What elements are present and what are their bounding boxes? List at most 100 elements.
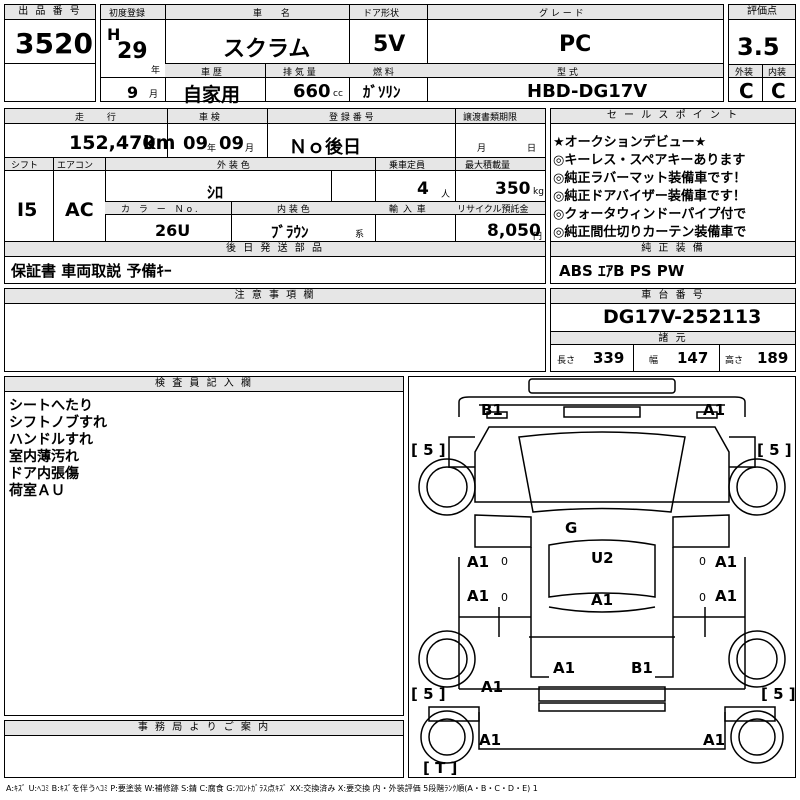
score-label: 評価点 <box>729 5 795 20</box>
history-value: 自家用 <box>183 84 241 106</box>
displacement-label: 排 気 量 <box>283 68 316 78</box>
inspection-year-unit: 年 <box>207 144 217 154</box>
recycle-label: リサイクル預託金 <box>457 205 529 215</box>
capacity-value: 4 <box>417 179 429 199</box>
damage-mark: B1 <box>481 401 503 419</box>
legend: A:ｷｽﾞ U:ﾍｺﾐ B:ｷｽﾞを伴うﾍｺﾐ P:要塗装 W:補修跡 S:錆 … <box>6 784 538 793</box>
displacement-unit: cc <box>333 89 343 99</box>
later-parts-value: 保証書 車両取説 予備ｷｰ <box>11 262 172 280</box>
color-no-label: カ ラ ー Ｎo. <box>121 205 201 215</box>
office-box: 事 務 局 よ り ご 案 内 <box>4 720 404 778</box>
sales-point-item: ◎純正ラバーマット装備車です！ <box>553 171 747 186</box>
chassis-box: 車 台 番 号 DG17V-252113 諸 元 長さ 339 幅 147 高さ… <box>550 288 796 372</box>
length-label: 長さ <box>557 356 576 366</box>
damage-mark: A1 <box>703 401 725 419</box>
damage-mark: A1 <box>467 587 489 605</box>
sales-point-item: ◎純正間仕切りカーテン装備車で <box>553 225 747 240</box>
history-label: 車 歴 <box>201 68 222 78</box>
capacity-unit: 人 <box>441 190 451 200</box>
equipment-label: 純 正 装 備 <box>551 242 795 257</box>
tire-rl-mark: [ 5 ] <box>411 685 446 703</box>
first-reg-year-unit: 年 <box>151 66 161 76</box>
int-color-unit: 系 <box>355 230 365 240</box>
chassis-label: 車 台 番 号 <box>551 289 795 304</box>
mileage-label: 走 行 <box>75 113 126 123</box>
recycle-unit: 円 <box>533 232 543 242</box>
reg-no-value: Ｎｏ後日 <box>289 137 361 158</box>
tire-fl-mark: [ 5 ] <box>411 441 446 459</box>
score-value: 3.5 <box>737 33 780 61</box>
transfer-label: 譲渡書類期限 <box>463 113 518 123</box>
svg-text:0: 0 <box>501 591 508 604</box>
import-label: 輸 入 車 <box>389 205 427 215</box>
sales-points-label: セ ー ル ス ポ イ ン ト <box>551 109 795 124</box>
first-reg-month: 9 <box>127 83 139 102</box>
first-reg-label: 初度登録 <box>109 9 146 19</box>
damage-mark: A1 <box>591 591 613 609</box>
damage-mark: B1 <box>631 659 653 677</box>
capacity-label: 乗車定員 <box>389 161 426 171</box>
ac-value: AC <box>65 199 94 221</box>
lot-number: 3520 <box>15 27 93 60</box>
damage-mark: A1 <box>553 659 575 677</box>
inspection-month: 09 <box>219 133 245 154</box>
car-name: スクラム <box>223 37 311 62</box>
svg-text:0: 0 <box>501 555 508 568</box>
later-parts-label: 後 日 発 送 部 品 <box>5 242 545 257</box>
sales-point-item: ◎純正ドアバイザー装備車です！ <box>553 189 746 204</box>
height-value: 189 <box>757 349 789 367</box>
width-value: 147 <box>677 349 709 367</box>
sales-point-item: ◎キーレス・スペアキーあります <box>553 153 746 168</box>
car-name-label: 車 名 <box>253 9 298 19</box>
model-label: 型 式 <box>557 68 578 78</box>
first-reg-month-unit: 月 <box>149 90 159 100</box>
damage-mark: A1 <box>481 678 503 696</box>
notes-label: 注 意 事 項 欄 <box>5 289 545 304</box>
shift-value: I5 <box>17 199 38 221</box>
ext-color-value: ｼﾛ <box>207 183 224 202</box>
svg-text:0: 0 <box>699 555 706 568</box>
office-label: 事 務 局 よ り ご 案 内 <box>5 721 403 736</box>
reg-no-label: 登 録 番 号 <box>329 113 374 123</box>
fuel-label: 燃 料 <box>373 68 394 78</box>
tire-fr-mark: [ 5 ] <box>757 441 792 459</box>
int-score-label: 内装 <box>768 68 787 78</box>
max-load-label: 最大積載量 <box>465 161 511 171</box>
damage-mark: A1 <box>479 731 501 749</box>
transfer-month-unit: 月 <box>477 144 487 154</box>
ac-label: エアコン <box>57 161 94 171</box>
max-load-value: 350 <box>495 179 531 199</box>
svg-text:0: 0 <box>699 591 706 604</box>
inspector-label: 検 査 員 記 入 欄 <box>5 377 403 392</box>
damage-mark: A1 <box>715 553 737 571</box>
chassis-number: DG17V-252113 <box>603 306 762 328</box>
detail-box: 走 行 車 検 登 録 番 号 譲渡書類期限 152,470 km 09 年 0… <box>4 108 546 242</box>
damage-mark: A1 <box>467 553 489 571</box>
door-label: ドア形状 <box>363 9 400 19</box>
height-label: 高さ <box>725 356 744 366</box>
width-label: 幅 <box>649 356 659 366</box>
damage-mark: A1 <box>715 587 737 605</box>
grade-label: グ レ ー ド <box>539 9 584 19</box>
int-score: C <box>771 79 786 103</box>
later-parts-box: 後 日 発 送 部 品 保証書 車両取説 予備ｷｰ <box>4 242 546 284</box>
sales-points-box: セ ー ル ス ポ イ ン ト ★オークションデビュー★ ◎キーレス・スペアキー… <box>550 108 796 242</box>
int-color-label: 内 装 色 <box>277 205 310 215</box>
equipment-box: 純 正 装 備 ABS ｴｱB PS PW <box>550 242 796 284</box>
score-box: 評価点 3.5 外装 内装 C C <box>728 4 796 103</box>
equipment-value: ABS ｴｱB PS PW <box>559 262 685 280</box>
length-value: 339 <box>593 349 625 367</box>
mileage-unit: km <box>143 132 176 154</box>
damage-mark: G <box>565 519 577 537</box>
damage-mark: U2 <box>591 549 614 567</box>
inspection-year: 09 <box>183 133 209 154</box>
ext-color-label: 外 装 色 <box>217 161 250 171</box>
inspection-month-unit: 月 <box>245 144 255 154</box>
sales-point-item: ◎クォータウィンドーパイプ付で <box>553 207 747 222</box>
sales-point-item: ★オークションデビュー★ <box>553 135 707 150</box>
lot-label: 出 品 番 号 <box>5 5 95 20</box>
inspector-line: 荷室ＡＵ <box>9 483 65 499</box>
shift-label: シフト <box>11 161 39 171</box>
displacement-value: 660 <box>293 81 331 102</box>
tire-rr-mark: [ 5 ] <box>761 685 795 703</box>
